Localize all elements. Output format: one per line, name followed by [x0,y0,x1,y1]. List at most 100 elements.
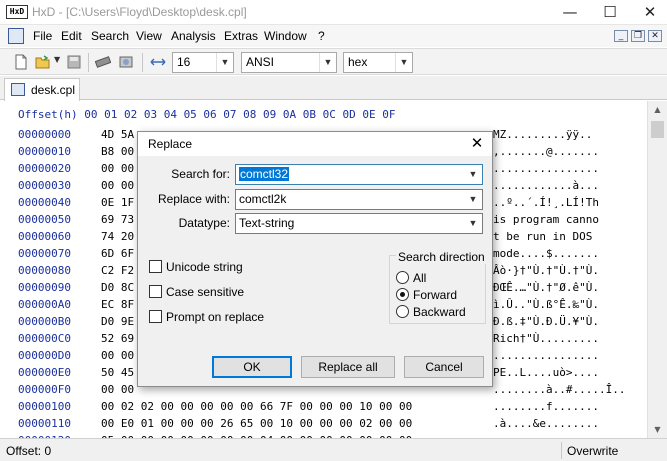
chevron-down-icon[interactable]: ▼ [466,165,480,184]
direction-backward-label[interactable]: Backward [413,305,466,319]
row-ascii[interactable]: ........à..#.....Î.. [493,383,625,396]
replace-all-button[interactable]: Replace all [301,356,395,378]
row-hex-bytes[interactable]: B8 00 [101,145,134,158]
menu-bar: File Edit Search View Analysis Extras Wi… [0,25,667,47]
row-ascii[interactable]: ................ [493,162,599,175]
search-for-input[interactable]: comctl32 ▼ [235,164,483,185]
row-ascii[interactable]: t be run in DOS [493,230,599,243]
unicode-string-checkbox[interactable] [149,260,162,273]
ram-icon[interactable] [95,54,111,70]
row-hex-bytes[interactable]: 50 45 [101,366,134,379]
new-file-icon[interactable] [13,54,29,70]
row-ascii[interactable]: Ð.ß.‡"Ù.Ð.Ü.¥"Ù. [493,315,599,328]
direction-backward-radio[interactable] [396,305,409,318]
row-ascii[interactable]: ÐŒÊ.…"Ù.†"Ø.ê"Ù. [493,281,599,294]
row-ascii[interactable]: ..º..´.Í!¸.LÍ!Th [493,196,599,209]
row-hex-bytes[interactable]: C2 F2 [101,264,134,277]
status-bar: Offset: 0 Overwrite [0,438,667,461]
case-sensitive-label[interactable]: Case sensitive [166,285,244,299]
status-separator [561,442,562,459]
prompt-on-replace-checkbox[interactable] [149,310,162,323]
row-hex-bytes[interactable]: 00 00 [101,179,134,192]
row-hex-bytes[interactable]: 00 E0 01 00 00 00 26 65 00 10 00 00 00 0… [101,417,412,430]
scroll-up-icon[interactable]: ▲ [648,101,667,118]
mdi-close-button[interactable]: ✕ [648,30,662,42]
row-ascii[interactable]: Rich†"Ù......... [493,332,599,345]
row-ascii[interactable]: ì.Û.."Ù.ß°Ê.‰"Ù. [493,298,599,311]
mdi-restore-button[interactable]: ❐ [631,30,645,42]
row-hex-bytes[interactable]: 52 69 [101,332,134,345]
chevron-down-icon[interactable]: ▼ [466,190,480,209]
open-dropdown-icon[interactable]: ▼ [54,55,60,64]
hxd-app-icon[interactable]: HxD [6,5,28,19]
open-file-icon[interactable] [35,54,51,70]
row-ascii[interactable]: MZ.........ÿÿ.. [493,128,592,141]
save-icon[interactable] [66,54,82,70]
row-hex-bytes[interactable]: 00 00 [101,349,134,362]
document-system-icon[interactable] [8,28,24,44]
row-offset: 00000060 [18,230,71,243]
cancel-button[interactable]: Cancel [404,356,484,378]
vertical-scrollbar[interactable]: ▲ ▼ [647,101,667,438]
dialog-title-bar: Replace ✕ [138,132,492,156]
minimize-button[interactable]: — [554,0,586,25]
row-hex-bytes[interactable]: 0E 1F [101,196,134,209]
row-ascii[interactable]: ............à... [493,179,599,192]
replace-with-input[interactable]: comctl2k ▼ [235,189,483,210]
row-hex-bytes[interactable]: 00 00 [101,162,134,175]
direction-forward-radio[interactable] [396,288,409,301]
offset-base-select[interactable]: hex ▼ [343,52,413,73]
row-ascii[interactable]: ................ [493,349,599,362]
menu-edit[interactable]: Edit [61,29,82,43]
row-offset: 00000000 [18,128,71,141]
scroll-down-icon[interactable]: ▼ [648,421,667,438]
row-ascii[interactable]: .à....&e........ [493,417,599,430]
ok-button[interactable]: OK [212,356,292,378]
datatype-select[interactable]: Text-string ▼ [235,213,483,234]
prompt-on-replace-label[interactable]: Prompt on replace [166,310,264,324]
hex-column-header: Offset(h) 00 01 02 03 04 05 06 07 08 09 … [18,108,396,121]
scroll-thumb[interactable] [651,121,664,138]
menu-search[interactable]: Search [91,29,129,43]
menu-file[interactable]: File [33,29,52,43]
direction-all-label[interactable]: All [413,271,426,285]
menu-extras[interactable]: Extras [224,29,258,43]
window-title: HxD - [C:\Users\Floyd\Desktop\desk.cpl] [32,5,247,19]
direction-forward-label[interactable]: Forward [413,288,457,302]
row-offset: 000000E0 [18,366,71,379]
row-ascii[interactable]: is program canno [493,213,599,226]
row-hex-bytes[interactable]: 4D 5A [101,128,134,141]
disk-icon[interactable] [118,54,134,70]
menu-help[interactable]: ? [318,29,325,43]
bytes-per-row-select[interactable]: 16 ▼ [172,52,234,73]
row-hex-bytes[interactable]: EC 8F [101,298,134,311]
row-hex-bytes[interactable]: 00 00 [101,383,134,396]
dialog-close-icon[interactable]: ✕ [468,134,486,154]
row-ascii[interactable]: ........f....... [493,400,599,413]
row-ascii[interactable]: ,.......@....... [493,145,599,158]
row-ascii[interactable]: mode....$....... [493,247,599,260]
maximize-button[interactable]: ☐ [594,0,626,25]
row-hex-bytes[interactable]: 00 02 02 00 00 00 00 00 66 7F 00 00 00 1… [101,400,412,413]
mdi-minimize-button[interactable]: _ [614,30,628,42]
close-button[interactable]: ✕ [634,0,666,25]
charset-select[interactable]: ANSI ▼ [241,52,337,73]
row-ascii[interactable]: Âò·}†"Ù.†"Ù.†"Ù. [493,264,599,277]
chevron-down-icon[interactable]: ▼ [466,214,480,233]
row-offset: 00000050 [18,213,71,226]
tab-desk-cpl[interactable]: desk.cpl [4,78,80,101]
row-hex-bytes[interactable]: 6D 6F [101,247,134,260]
row-hex-bytes[interactable]: D0 8C [101,281,134,294]
menu-window[interactable]: Window [264,29,307,43]
unicode-string-label[interactable]: Unicode string [166,260,243,274]
direction-all-radio[interactable] [396,271,409,284]
menu-view[interactable]: View [136,29,162,43]
row-hex-bytes[interactable]: 74 20 [101,230,134,243]
row-offset: 00000070 [18,247,71,260]
case-sensitive-checkbox[interactable] [149,285,162,298]
row-hex-bytes[interactable]: D0 9E [101,315,134,328]
row-hex-bytes[interactable]: 69 73 [101,213,134,226]
row-ascii[interactable]: PE..L....uò>.... [493,366,599,379]
row-offset: 000000F0 [18,383,71,396]
menu-analysis[interactable]: Analysis [171,29,216,43]
